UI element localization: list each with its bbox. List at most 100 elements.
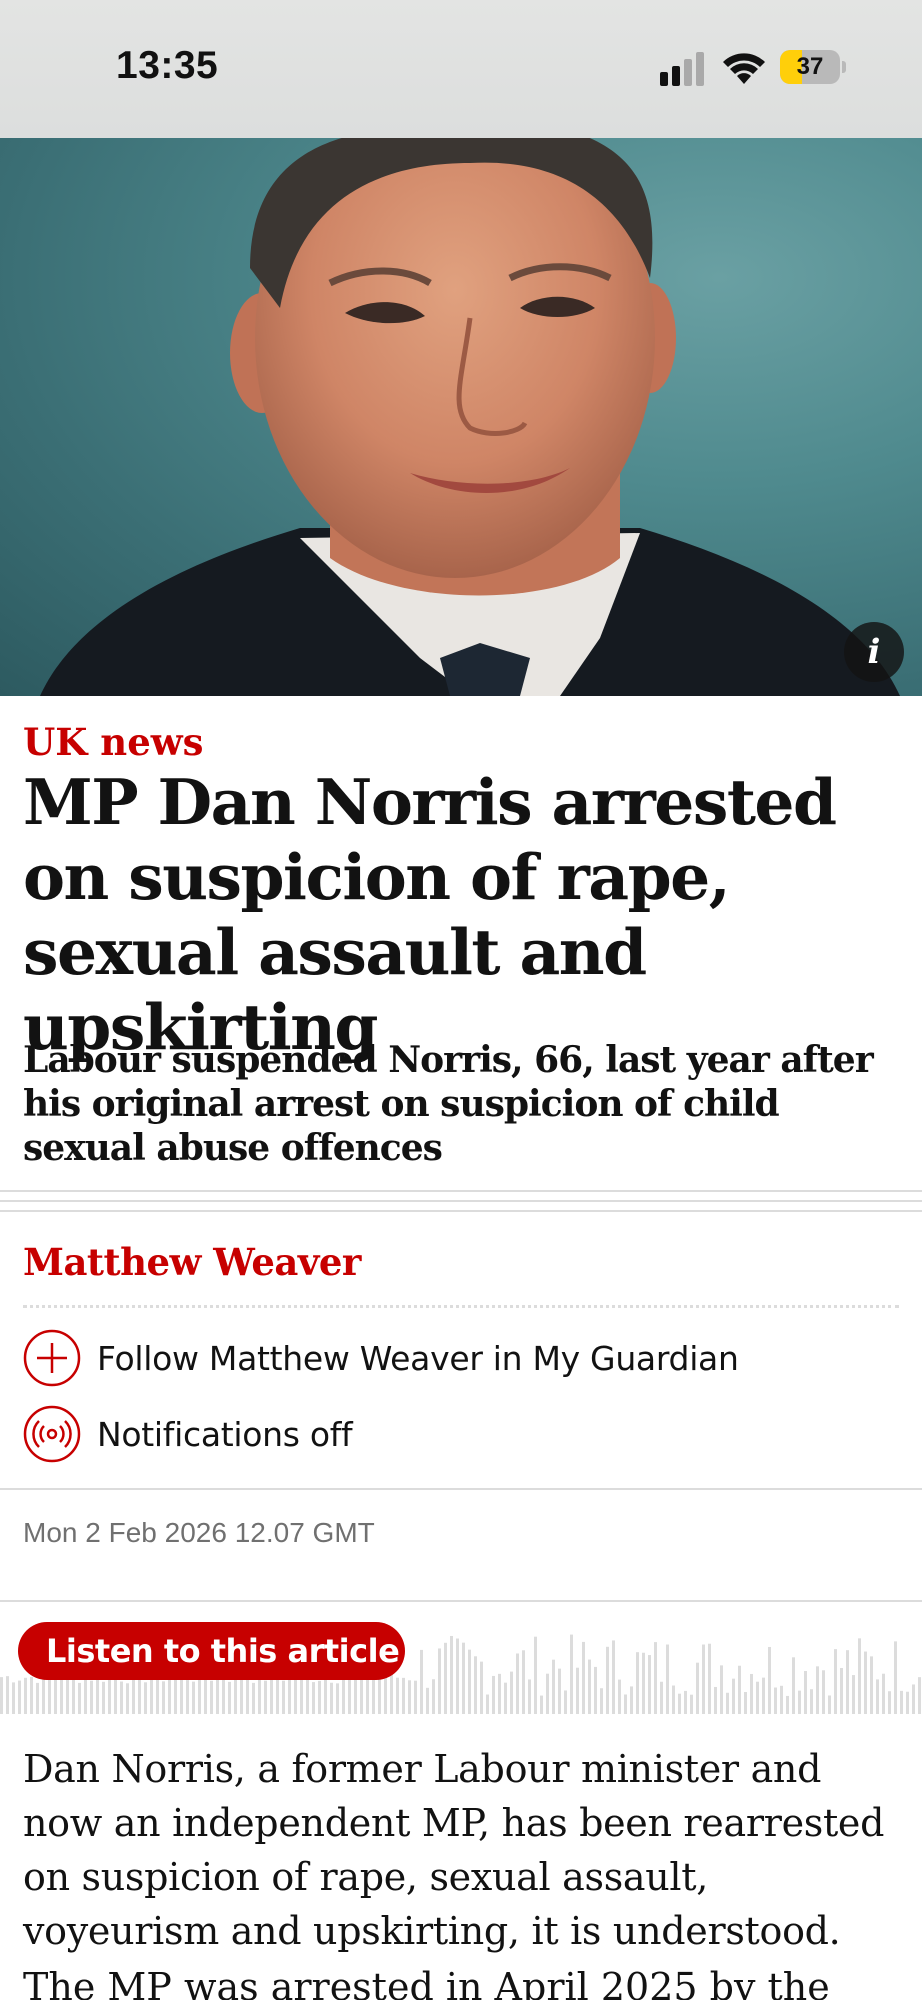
waveform-bar (840, 1668, 843, 1714)
waveform-bar (18, 1680, 21, 1714)
waveform-bar (792, 1657, 795, 1714)
waveform-bar (534, 1636, 537, 1714)
waveform-bar (546, 1673, 549, 1714)
broadcast-icon (23, 1405, 81, 1463)
waveform-bar (918, 1677, 921, 1714)
follow-author-button[interactable]: Follow Matthew Weaver in My Guardian (23, 1329, 739, 1387)
waveform-bar (642, 1652, 645, 1714)
waveform-bar (252, 1682, 255, 1714)
waveform-bar (168, 1678, 171, 1714)
waveform-bar (816, 1666, 819, 1714)
waveform-bar (732, 1678, 735, 1714)
waveform-bar (828, 1695, 831, 1714)
waveform-bar (582, 1641, 585, 1714)
waveform-bar (450, 1635, 453, 1714)
info-icon[interactable]: i (844, 622, 904, 682)
waveform-bar (852, 1675, 855, 1714)
waveform-bar (654, 1642, 657, 1714)
waveform-bar (318, 1680, 321, 1714)
waveform-bar (504, 1682, 507, 1714)
section-kicker[interactable]: UK news (23, 720, 203, 764)
listen-to-article-button[interactable]: Listen to this article (18, 1622, 405, 1680)
waveform-bar (396, 1677, 399, 1714)
waveform-bar (870, 1656, 873, 1714)
waveform-bar (282, 1680, 285, 1714)
waveform-bar (744, 1692, 747, 1714)
waveform-bar (798, 1690, 801, 1714)
notifications-toggle[interactable]: Notifications off (23, 1405, 353, 1463)
waveform-bar (474, 1656, 477, 1714)
divider (0, 1600, 922, 1602)
waveform-bar (570, 1634, 573, 1714)
waveform-bar (372, 1677, 375, 1714)
waveform-bar (630, 1686, 633, 1714)
waveform-bar (780, 1685, 783, 1714)
waveform-bar (48, 1675, 51, 1714)
waveform-bar (330, 1682, 333, 1714)
waveform-bar (342, 1678, 345, 1714)
waveform-bar (366, 1679, 369, 1714)
waveform-bar (648, 1655, 651, 1714)
waveform-bar (696, 1662, 699, 1714)
waveform-bar (54, 1678, 57, 1714)
waveform-bar (468, 1649, 471, 1714)
waveform-bar (912, 1684, 915, 1714)
waveform-bar (162, 1681, 165, 1714)
waveform-bar (456, 1638, 459, 1714)
waveform-bar (498, 1673, 501, 1714)
wifi-icon (723, 53, 765, 84)
waveform-bar (90, 1680, 93, 1714)
waveform-bar (726, 1692, 729, 1714)
waveform-bar (432, 1679, 435, 1714)
waveform-bar (678, 1693, 681, 1714)
waveform-bar (420, 1649, 423, 1714)
article-body-paragraph: Dan Norris, a former Labour minister and… (23, 1747, 885, 1953)
waveform-bar (876, 1679, 879, 1714)
waveform-bar (384, 1677, 387, 1714)
waveform-bar (336, 1683, 339, 1714)
waveform-bar (246, 1679, 249, 1714)
waveform-bar (558, 1668, 561, 1714)
waveform-bar (528, 1679, 531, 1714)
waveform-bar (192, 1681, 195, 1714)
waveform-bar (174, 1676, 177, 1714)
status-time: 13:35 (116, 44, 219, 87)
waveform-bar (96, 1674, 99, 1714)
waveform-bar (12, 1682, 15, 1714)
author-byline[interactable]: Matthew Weaver (23, 1240, 361, 1284)
waveform-bar (708, 1643, 711, 1714)
waveform-bar (522, 1650, 525, 1714)
waveform-bar (618, 1679, 621, 1714)
waveform-bar (834, 1649, 837, 1714)
waveform-bar (390, 1672, 393, 1714)
article-headline: MP Dan Norris arrested on suspicion of r… (23, 765, 837, 1064)
waveform-bar (402, 1677, 405, 1714)
waveform-bar (72, 1674, 75, 1714)
waveform-bar (0, 1677, 3, 1714)
waveform-bar (894, 1641, 897, 1714)
waveform-bar (714, 1686, 717, 1714)
status-bar: 13:35 37 (0, 0, 922, 138)
waveform-bar (636, 1652, 639, 1714)
section-divider (0, 1190, 922, 1220)
waveform-bar (36, 1682, 39, 1714)
divider (0, 1488, 922, 1490)
publish-date: Mon 2 Feb 2026 12.07 GMT (23, 1517, 375, 1548)
waveform-bar (672, 1685, 675, 1714)
waveform-bar (306, 1674, 309, 1714)
waveform-bar (354, 1674, 357, 1714)
waveform-bar (240, 1679, 243, 1714)
waveform-bar (444, 1642, 447, 1714)
waveform-bar (408, 1680, 411, 1714)
waveform-bar (594, 1666, 597, 1714)
waveform-bar (888, 1691, 891, 1714)
waveform-bar (786, 1695, 789, 1714)
waveform-bar (576, 1667, 579, 1714)
waveform-bar (294, 1678, 297, 1714)
waveform-bar (6, 1676, 9, 1714)
waveform-bar (882, 1673, 885, 1714)
waveform-bar (60, 1680, 63, 1714)
waveform-bar (750, 1673, 753, 1714)
waveform-bar (150, 1677, 153, 1714)
notifications-label: Notifications off (97, 1414, 353, 1454)
